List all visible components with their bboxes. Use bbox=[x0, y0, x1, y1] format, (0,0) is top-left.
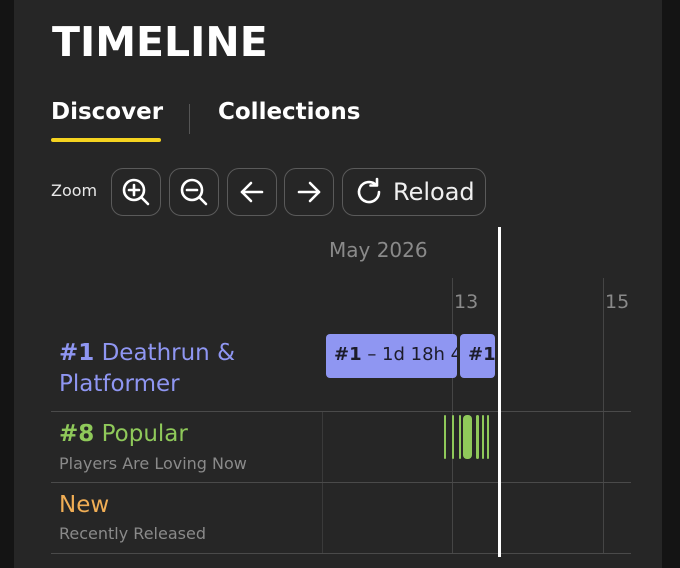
tab-divider bbox=[189, 104, 190, 134]
row-title-text: Platformer bbox=[59, 371, 180, 397]
timeline-event[interactable] bbox=[487, 415, 489, 459]
timeline-event[interactable] bbox=[463, 415, 472, 459]
arrow-left-icon bbox=[240, 181, 264, 203]
event-rank: #1 bbox=[334, 344, 362, 365]
label-column-divider bbox=[322, 412, 323, 554]
zoom-out-icon bbox=[180, 178, 208, 206]
row-title-text: Deathrun & bbox=[101, 340, 236, 366]
row-divider bbox=[51, 411, 631, 412]
row-title-popular[interactable]: #8 Popular bbox=[59, 419, 188, 450]
event-duration: – 1d 18h 4 bbox=[361, 344, 457, 365]
day-label: 15 bbox=[605, 291, 630, 313]
row-subtitle: Players Are Loving Now bbox=[59, 454, 247, 473]
zoom-out-button[interactable] bbox=[169, 168, 219, 216]
row-subtitle: Recently Released bbox=[59, 524, 206, 543]
zoom-in-icon bbox=[122, 178, 150, 206]
row-title-deathrun[interactable]: #1 Deathrun & Platformer bbox=[59, 338, 289, 400]
row-rank: #1 bbox=[59, 340, 95, 366]
timeline-event[interactable] bbox=[459, 415, 461, 459]
current-time-indicator bbox=[498, 227, 501, 557]
timeline-event[interactable] bbox=[444, 415, 446, 459]
reload-button[interactable]: Reload bbox=[342, 168, 486, 216]
row-title-text: New bbox=[59, 492, 110, 518]
timeline-event[interactable] bbox=[482, 415, 484, 459]
row-divider bbox=[51, 482, 631, 483]
scroll-right-button[interactable] bbox=[284, 168, 334, 216]
day-gridline bbox=[603, 278, 604, 553]
zoom-in-button[interactable] bbox=[111, 168, 161, 216]
reload-icon bbox=[357, 177, 381, 204]
month-label: May 2026 bbox=[329, 238, 428, 262]
tab-discover[interactable]: Discover bbox=[51, 99, 163, 125]
timeline-event[interactable] bbox=[476, 415, 479, 459]
arrow-right-icon bbox=[297, 181, 321, 203]
timeline-event[interactable]: #1 – 1d 18h 4 bbox=[326, 334, 457, 378]
zoom-label: Zoom bbox=[51, 181, 98, 200]
tab-collections[interactable]: Collections bbox=[218, 99, 360, 125]
timeline-event[interactable]: #1 bbox=[460, 334, 495, 378]
row-divider bbox=[51, 553, 631, 554]
active-tab-indicator bbox=[51, 138, 161, 142]
page-title: TIMELINE bbox=[52, 18, 268, 66]
row-title-text: Popular bbox=[101, 421, 188, 447]
event-rank: #1 bbox=[468, 344, 495, 365]
row-rank: #8 bbox=[59, 421, 95, 447]
timeline-event[interactable] bbox=[452, 415, 454, 459]
row-title-new[interactable]: New bbox=[59, 490, 109, 521]
day-label: 13 bbox=[454, 291, 479, 313]
reload-button-label: Reload bbox=[393, 178, 475, 206]
scroll-left-button[interactable] bbox=[227, 168, 277, 216]
